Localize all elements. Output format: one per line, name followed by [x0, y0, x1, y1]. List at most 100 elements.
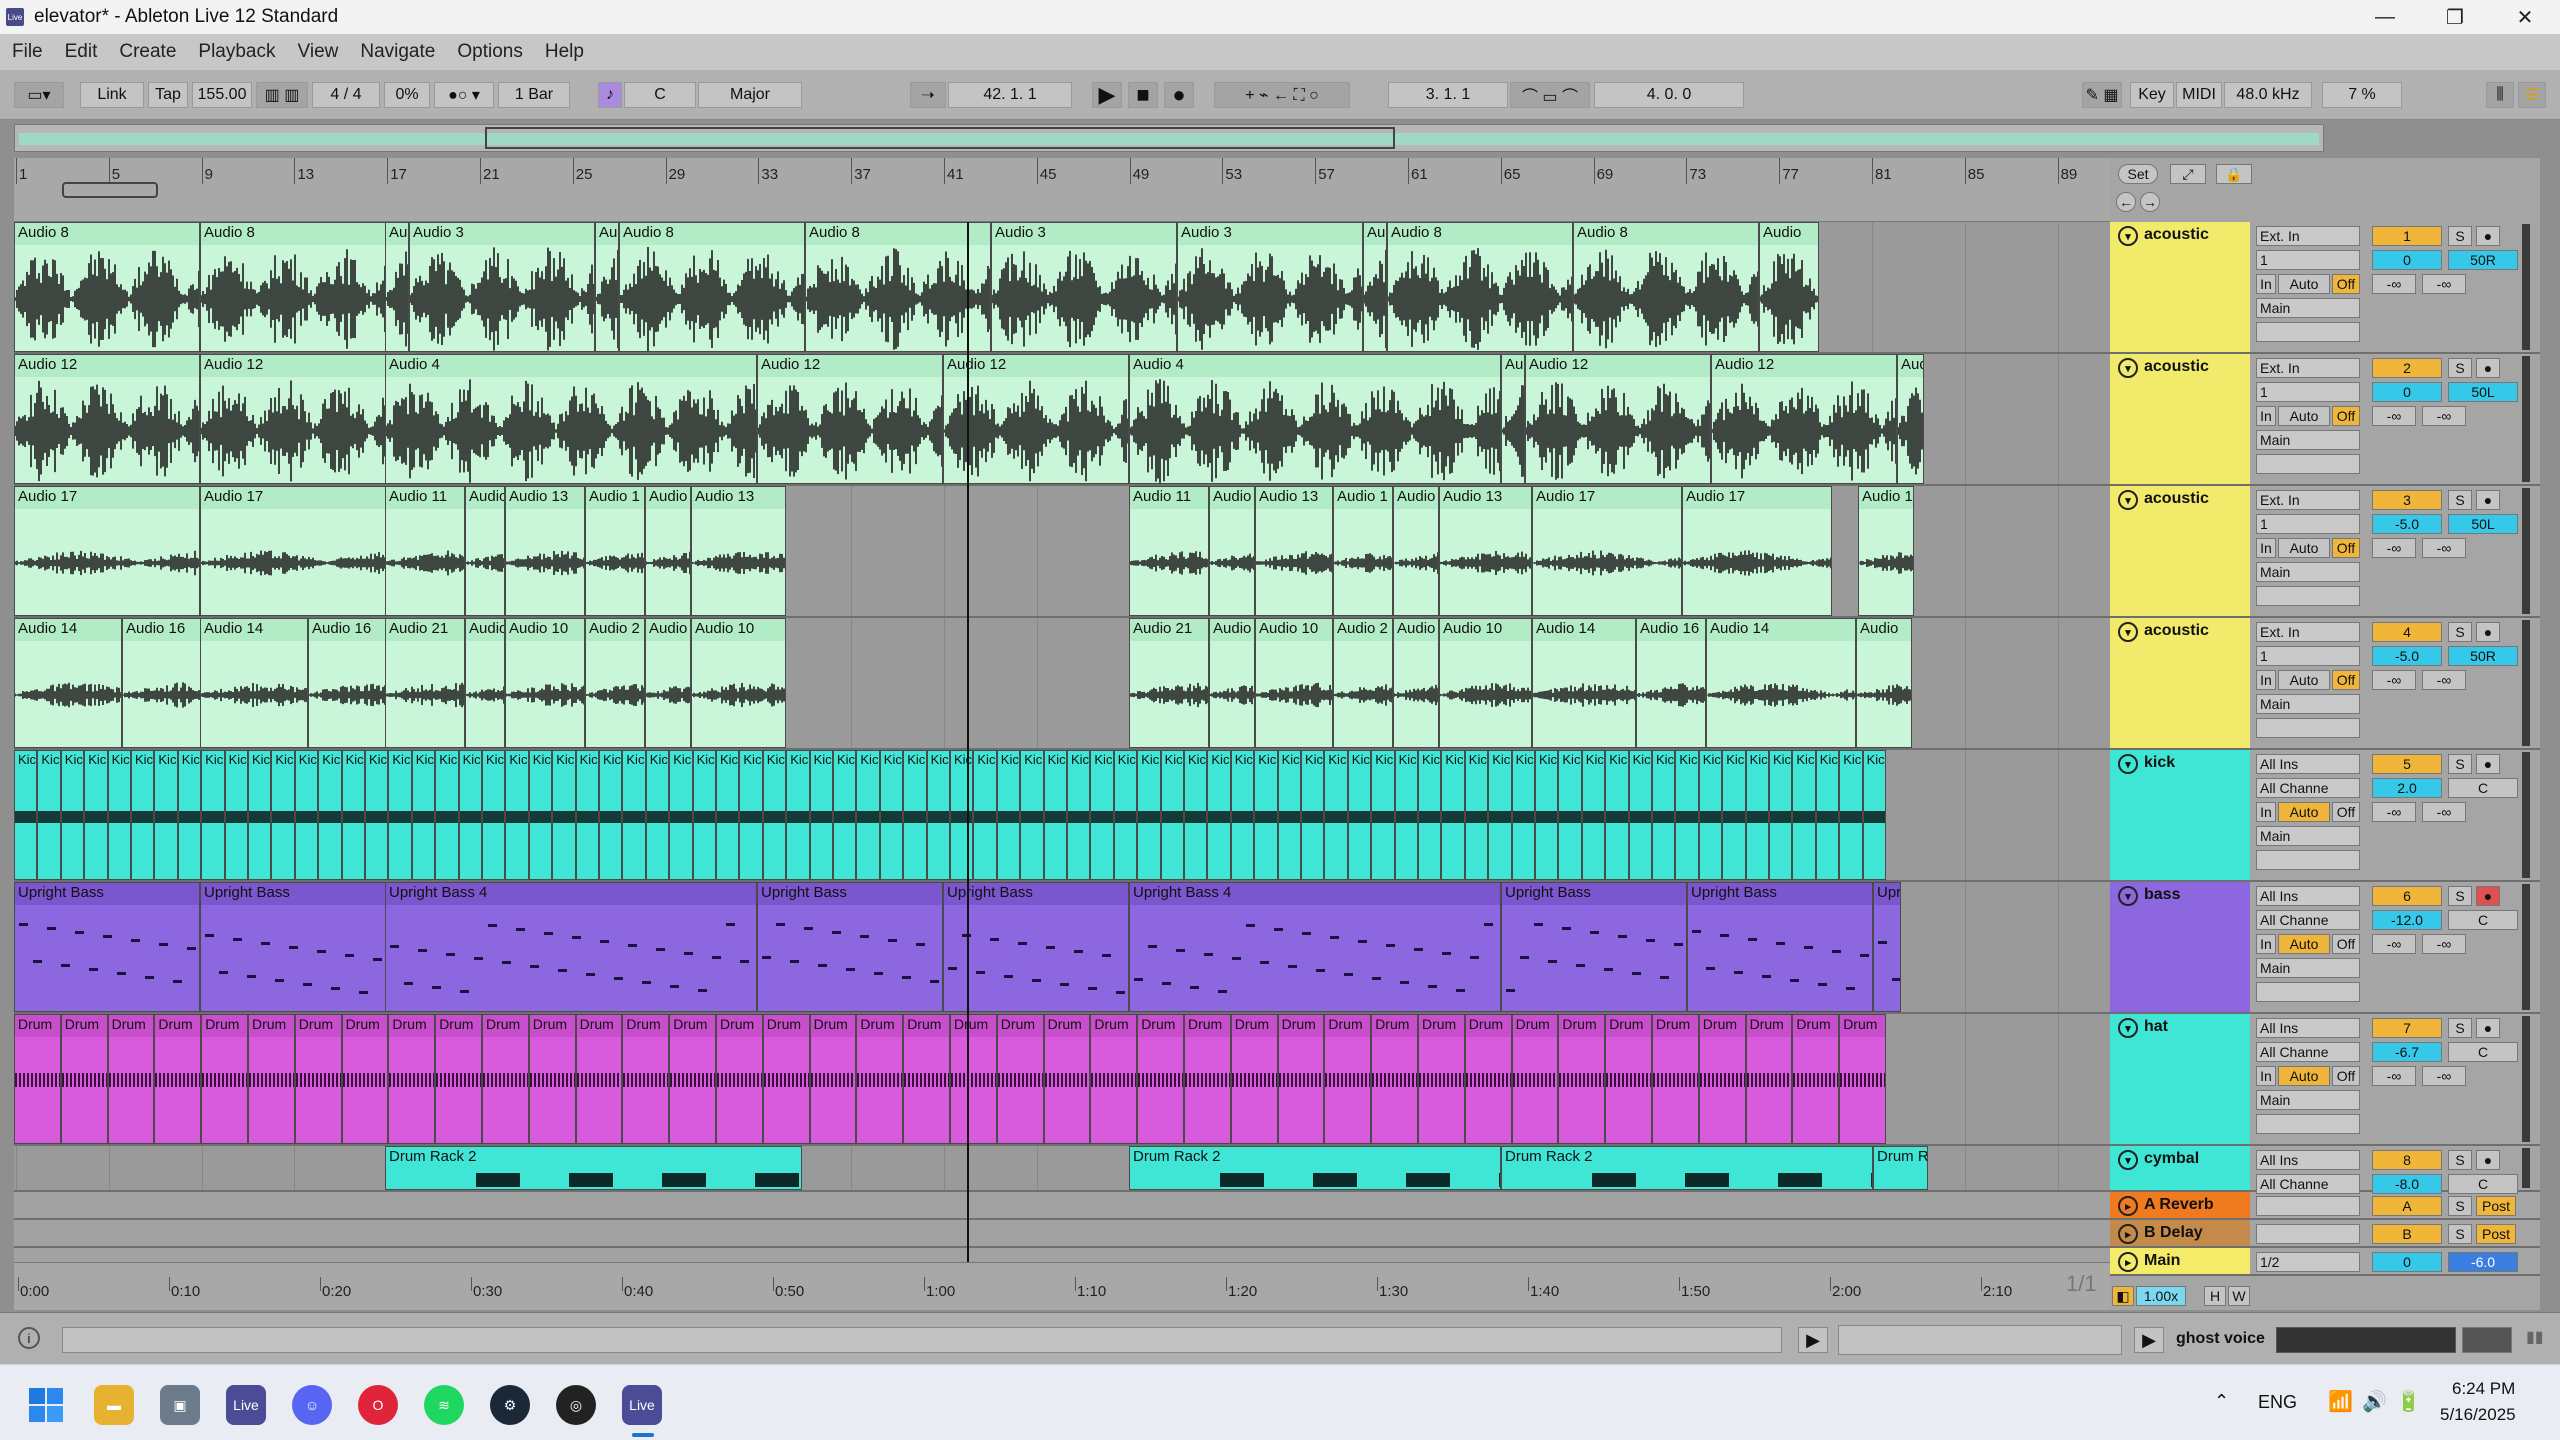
clock-time[interactable]: 6:24 PM: [2452, 1379, 2515, 1399]
menu-edit[interactable]: Edit: [65, 41, 98, 63]
post-button[interactable]: Post: [2476, 1224, 2516, 1244]
return-letter[interactable]: A: [2372, 1196, 2442, 1216]
view-switch-icon[interactable]: ⫼: [2486, 82, 2514, 108]
hat-clip[interactable]: Drum: [669, 1014, 716, 1144]
pan-field[interactable]: 50R: [2448, 250, 2518, 270]
monitor-off-button[interactable]: Off: [2332, 802, 2360, 822]
hat-clip[interactable]: Drum: [14, 1014, 61, 1144]
audio-clip[interactable]: Audio 3: [1177, 222, 1363, 352]
input-channel-select[interactable]: 1: [2256, 646, 2360, 666]
hat-clip[interactable]: Drum: [575, 1014, 623, 1144]
hat-clip[interactable]: Drum: [1652, 1014, 1699, 1144]
audio-clip[interactable]: Audio 3: [409, 222, 595, 352]
groove-amount-field[interactable]: 0%: [384, 82, 430, 108]
mixer-track[interactable]: ▾ kick All Ins All Channe 5 S ● 2.0 C In Auto Off Ma…: [2110, 750, 2540, 882]
input-channel-select[interactable]: All Channe: [2256, 1042, 2360, 1062]
track-name-header[interactable]: ▾ cymbal: [2110, 1146, 2250, 1190]
mixer-track[interactable]: ▾ acoustic Ext. In 1 1 S ● 0 50R In Auto Off Main -∞ -…: [2110, 222, 2540, 354]
track-number-button[interactable]: 1: [2372, 226, 2442, 246]
kick-clip[interactable]: Kic: [1815, 750, 1840, 880]
track-name-header[interactable]: ▾ acoustic: [2110, 618, 2250, 748]
bass-clip[interactable]: Upr: [1873, 882, 1901, 1012]
volume-field[interactable]: -8.0: [2372, 1174, 2442, 1194]
output-channel-empty[interactable]: [2256, 454, 2360, 474]
mixer-track[interactable]: ▾ acoustic Ext. In 1 3 S ● -5.0 50L In Auto Off Main…: [2110, 486, 2540, 618]
hat-clip[interactable]: Drum: [107, 1014, 155, 1144]
kick-clip[interactable]: Kic: [1207, 750, 1231, 880]
spotify-icon[interactable]: ≋: [424, 1385, 464, 1425]
hat-clip[interactable]: Drum: [1184, 1014, 1231, 1144]
track-lane[interactable]: [14, 1192, 2110, 1220]
set-button[interactable]: Set: [2118, 164, 2158, 184]
arrangement-view[interactable]: Audio 8 Audio 8 Audio 3 Audio 3 Aud Audio 8 Au…: [14, 222, 2110, 1262]
main-output-select[interactable]: 1/2: [2256, 1252, 2360, 1272]
return-name[interactable]: ▸ A Reverb: [2110, 1192, 2250, 1218]
song-position-field[interactable]: 42. 1. 1: [948, 82, 1072, 108]
kick-clip[interactable]: Kic: [786, 750, 810, 880]
kick-clip[interactable]: Kic: [1722, 750, 1746, 880]
monitor-auto-button[interactable]: Auto: [2278, 802, 2330, 822]
mixer-track[interactable]: ▾ bass All Ins All Channe 6 S ● -12.0 C In Auto Off…: [2110, 882, 2540, 1014]
zoom-h-button[interactable]: H: [2204, 1286, 2226, 1306]
kick-clip[interactable]: Kic: [1441, 750, 1465, 880]
kick-clip[interactable]: Kic: [669, 750, 693, 880]
browser-icon[interactable]: ◎: [556, 1385, 596, 1425]
monitor-off-button[interactable]: Off: [2332, 406, 2360, 426]
kick-clip[interactable]: Kic: [833, 750, 857, 880]
kick-clip[interactable]: Kic: [318, 750, 342, 880]
cymbal-clip[interactable]: Drum Rack 2: [1501, 1146, 1873, 1190]
bass-clip[interactable]: Upright Bass: [757, 882, 943, 1012]
arm-button[interactable]: ●: [2476, 490, 2500, 510]
track-name-header[interactable]: ▾ kick: [2110, 750, 2250, 880]
kick-clip[interactable]: Kic: [341, 750, 365, 880]
output-select[interactable]: Main: [2256, 694, 2360, 714]
audio-clip[interactable]: Audio: [645, 618, 691, 748]
hat-clip[interactable]: Drum: [1558, 1014, 1606, 1144]
fold-icon[interactable]: ▾: [2118, 754, 2138, 774]
audio-clip[interactable]: Audio 14: [200, 618, 308, 748]
audio-clip[interactable]: Audio: [1393, 618, 1439, 748]
send-a-field[interactable]: -∞: [2372, 934, 2416, 954]
hat-clip[interactable]: Drum: [248, 1014, 295, 1144]
fold-icon[interactable]: ▾: [2118, 490, 2138, 510]
track-name-header[interactable]: ▾ hat: [2110, 1014, 2250, 1144]
close-button[interactable]: ✕: [2490, 0, 2560, 34]
input-channel-select[interactable]: All Channe: [2256, 910, 2360, 930]
audio-clip[interactable]: Audio 10: [1255, 618, 1333, 748]
input-channel-select[interactable]: All Channe: [2256, 778, 2360, 798]
send-a-field[interactable]: -∞: [2372, 274, 2416, 294]
hat-clip[interactable]: Drum: [1792, 1014, 1840, 1144]
audio-clip[interactable]: Audio 8: [14, 222, 200, 352]
quantize-select[interactable]: 1 Bar: [498, 82, 570, 108]
audio-clip[interactable]: Audio 3: [385, 222, 409, 352]
fold-icon[interactable]: ▾: [2118, 886, 2138, 906]
kick-clip[interactable]: Kic: [645, 750, 670, 880]
arm-button[interactable]: ●: [2476, 886, 2500, 906]
input-type-select[interactable]: All Ins: [2256, 1150, 2360, 1170]
volume-icon[interactable]: 🔊: [2362, 1389, 2387, 1414]
audio-clip[interactable]: Audio 12: [200, 354, 386, 484]
kick-clip[interactable]: Kic: [1698, 750, 1723, 880]
return-track[interactable]: ▸ A Reverb A S Post: [2110, 1192, 2540, 1220]
output-channel-empty[interactable]: [2256, 850, 2360, 870]
loop-brace[interactable]: [62, 182, 158, 198]
audio-clip[interactable]: Audio 17: [1532, 486, 1682, 616]
audio-clip[interactable]: Audio 16: [308, 618, 388, 748]
output-select[interactable]: Main: [2256, 1090, 2360, 1110]
audio-clip[interactable]: Audio: [465, 486, 505, 616]
kick-clip[interactable]: Kic: [1418, 750, 1442, 880]
language-indicator[interactable]: ENG: [2258, 1392, 2297, 1413]
mixer-track[interactable]: ▾ acoustic Ext. In 1 4 S ● -5.0 50R In Auto Off Main…: [2110, 618, 2540, 750]
solo-button[interactable]: S: [2448, 1018, 2472, 1038]
hat-clip[interactable]: Drum: [1090, 1014, 1138, 1144]
hat-clip[interactable]: Drum: [1418, 1014, 1465, 1144]
arm-button[interactable]: ●: [2476, 358, 2500, 378]
kick-clip[interactable]: Kic: [60, 750, 85, 880]
main-volume-field[interactable]: 0: [2372, 1252, 2442, 1272]
hat-clip[interactable]: Drum: [1698, 1014, 1746, 1144]
main-pan-field[interactable]: -6.0: [2448, 1252, 2518, 1272]
hat-clip[interactable]: Drum: [341, 1014, 389, 1144]
kick-clip[interactable]: Kic: [1511, 750, 1535, 880]
hat-clip[interactable]: Drum: [716, 1014, 763, 1144]
kick-clip[interactable]: Kic: [177, 750, 202, 880]
